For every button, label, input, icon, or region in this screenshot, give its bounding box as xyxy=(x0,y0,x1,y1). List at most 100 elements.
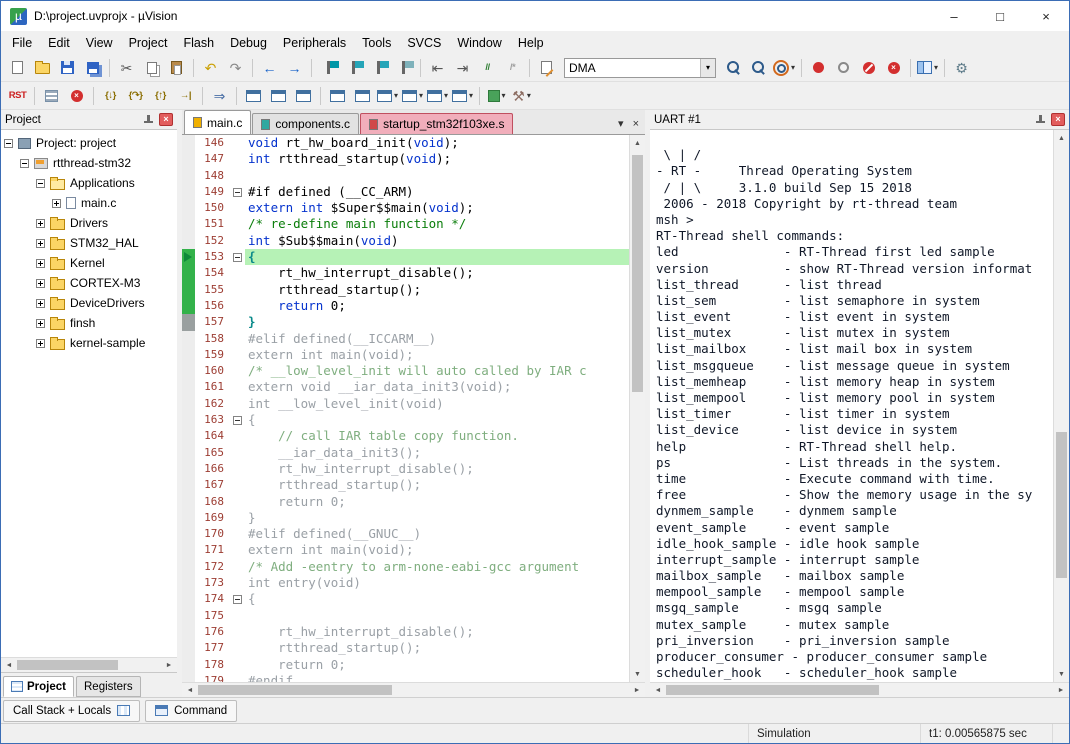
execution-margin[interactable] xyxy=(182,200,195,216)
toolbox-button[interactable]: ⚒▾ xyxy=(510,84,533,108)
code-area[interactable]: 146void rt_hw_board_init(void);147int rt… xyxy=(182,135,645,682)
bookmark-toggle-button[interactable] xyxy=(317,56,340,80)
execution-margin[interactable] xyxy=(182,168,195,184)
tree-item-finsh[interactable]: finsh xyxy=(1,313,177,333)
docked-tab-command[interactable]: Command xyxy=(145,700,237,722)
find-in-files-badge-button[interactable]: ▾ xyxy=(772,56,796,80)
editor-horizontal-scrollbar[interactable] xyxy=(182,682,645,697)
tree-item-devicedrivers[interactable]: DeviceDrivers xyxy=(1,293,177,313)
menu-svcs[interactable]: SVCS xyxy=(399,33,449,53)
unindent-button[interactable]: ⇤ xyxy=(426,56,449,80)
expand-icon[interactable] xyxy=(36,299,45,308)
run-to-cursor-button[interactable]: →| xyxy=(174,84,197,108)
uart-horizontal-scrollbar[interactable] xyxy=(650,682,1069,697)
menu-window[interactable]: Window xyxy=(449,33,509,53)
memory-window-button[interactable]: ▾ xyxy=(401,84,424,108)
close-icon[interactable] xyxy=(159,113,173,126)
redo-button[interactable]: ↷ xyxy=(224,56,247,80)
tree-item-cortex-m3[interactable]: CORTEX-M3 xyxy=(1,273,177,293)
symbol-window-button[interactable] xyxy=(292,84,315,108)
editor-layout-button[interactable]: ▾ xyxy=(916,56,939,80)
run-button[interactable] xyxy=(40,84,63,108)
execution-margin[interactable] xyxy=(182,624,195,640)
serial-window-button[interactable]: ▾ xyxy=(426,84,449,108)
undo-button[interactable]: ↶ xyxy=(199,56,222,80)
step-over-button[interactable]: {↷} xyxy=(124,84,147,108)
save-button[interactable] xyxy=(56,56,79,80)
stop-button[interactable] xyxy=(65,84,88,108)
indent-button[interactable]: ⇥ xyxy=(451,56,474,80)
scroll-up-icon[interactable] xyxy=(630,135,645,151)
pin-icon[interactable] xyxy=(143,114,154,125)
execution-margin[interactable] xyxy=(182,151,195,167)
scroll-track[interactable] xyxy=(1054,146,1069,666)
menu-tools[interactable]: Tools xyxy=(354,33,399,53)
command-window-button[interactable] xyxy=(242,84,265,108)
kill-all-breakpoints-button[interactable] xyxy=(882,56,905,80)
bookmark-prev-button[interactable] xyxy=(342,56,365,80)
expand-icon[interactable] xyxy=(36,339,45,348)
uart-terminal[interactable]: \ | /- RT - Thread Operating System / | … xyxy=(650,130,1069,682)
comment-button[interactable]: // xyxy=(476,56,499,80)
cut-button[interactable]: ✂ xyxy=(115,56,138,80)
workspace-tab-registers[interactable]: Registers xyxy=(76,676,141,697)
collapse-icon[interactable] xyxy=(20,159,29,168)
search-combo-dropdown-icon[interactable]: ▾ xyxy=(700,59,715,77)
tree-item-stm32-hal[interactable]: STM32_HAL xyxy=(1,233,177,253)
expand-icon[interactable] xyxy=(36,219,45,228)
system-viewer-button[interactable]: ▾ xyxy=(485,84,508,108)
disable-all-breakpoints-button[interactable] xyxy=(857,56,880,80)
execution-margin[interactable] xyxy=(182,608,195,624)
execution-margin[interactable] xyxy=(182,657,195,673)
minimize-button[interactable]: – xyxy=(931,1,977,31)
paste-button[interactable] xyxy=(165,56,188,80)
scroll-left-icon[interactable] xyxy=(650,683,666,697)
scroll-left-icon[interactable] xyxy=(182,683,198,697)
disable-breakpoint-button[interactable] xyxy=(832,56,855,80)
project-tree-horizontal-scrollbar[interactable] xyxy=(1,657,177,672)
find-in-files-button[interactable] xyxy=(535,56,558,80)
execution-margin[interactable] xyxy=(182,363,195,379)
step-out-button[interactable]: {↑} xyxy=(149,84,172,108)
scroll-thumb[interactable] xyxy=(17,660,118,670)
execution-margin[interactable] xyxy=(182,477,195,493)
execution-margin[interactable] xyxy=(182,542,195,558)
scroll-track[interactable] xyxy=(666,683,1053,697)
disassembly-window-button[interactable] xyxy=(267,84,290,108)
scroll-track[interactable] xyxy=(198,683,629,697)
menu-debug[interactable]: Debug xyxy=(222,33,275,53)
tree-item-project-project[interactable]: Project: project xyxy=(1,133,177,153)
expand-icon[interactable] xyxy=(36,319,45,328)
scroll-thumb[interactable] xyxy=(1056,432,1067,578)
insert-breakpoint-button[interactable] xyxy=(807,56,830,80)
tree-item-main-c[interactable]: main.c xyxy=(1,193,177,213)
execution-margin[interactable] xyxy=(182,494,195,510)
execution-margin[interactable] xyxy=(182,591,195,607)
close-document-icon[interactable]: × xyxy=(633,118,639,130)
step-into-button[interactable]: {↓} xyxy=(99,84,122,108)
menu-file[interactable]: File xyxy=(4,33,40,53)
scroll-down-icon[interactable] xyxy=(630,666,645,682)
execution-margin[interactable] xyxy=(182,314,195,330)
find-button[interactable] xyxy=(722,56,745,80)
code-editor[interactable]: 146void rt_hw_board_init(void);147int rt… xyxy=(182,135,629,682)
editor-vertical-scrollbar[interactable] xyxy=(629,135,645,682)
execution-margin[interactable] xyxy=(182,428,195,444)
editor-tab-startup-stm32f103xe-s[interactable]: startup_stm32f103xe.s xyxy=(360,113,513,134)
maximize-button[interactable]: □ xyxy=(977,1,1023,31)
fold-minus-icon[interactable] xyxy=(233,188,242,197)
execution-margin[interactable] xyxy=(182,396,195,412)
fold-minus-icon[interactable] xyxy=(233,595,242,604)
watch-window-button[interactable]: ▾ xyxy=(376,84,399,108)
workspace-tab-project[interactable]: Project xyxy=(3,676,74,697)
scroll-down-icon[interactable] xyxy=(1054,666,1069,682)
search-combo[interactable]: ▾ xyxy=(564,58,716,78)
tree-item-drivers[interactable]: Drivers xyxy=(1,213,177,233)
menu-edit[interactable]: Edit xyxy=(40,33,78,53)
bookmark-next-button[interactable] xyxy=(367,56,390,80)
fold-minus-icon[interactable] xyxy=(233,416,242,425)
search-combo-input[interactable] xyxy=(565,59,700,77)
callstack-window-button[interactable] xyxy=(351,84,374,108)
scroll-right-icon[interactable] xyxy=(1053,683,1069,697)
execution-margin[interactable] xyxy=(182,640,195,656)
